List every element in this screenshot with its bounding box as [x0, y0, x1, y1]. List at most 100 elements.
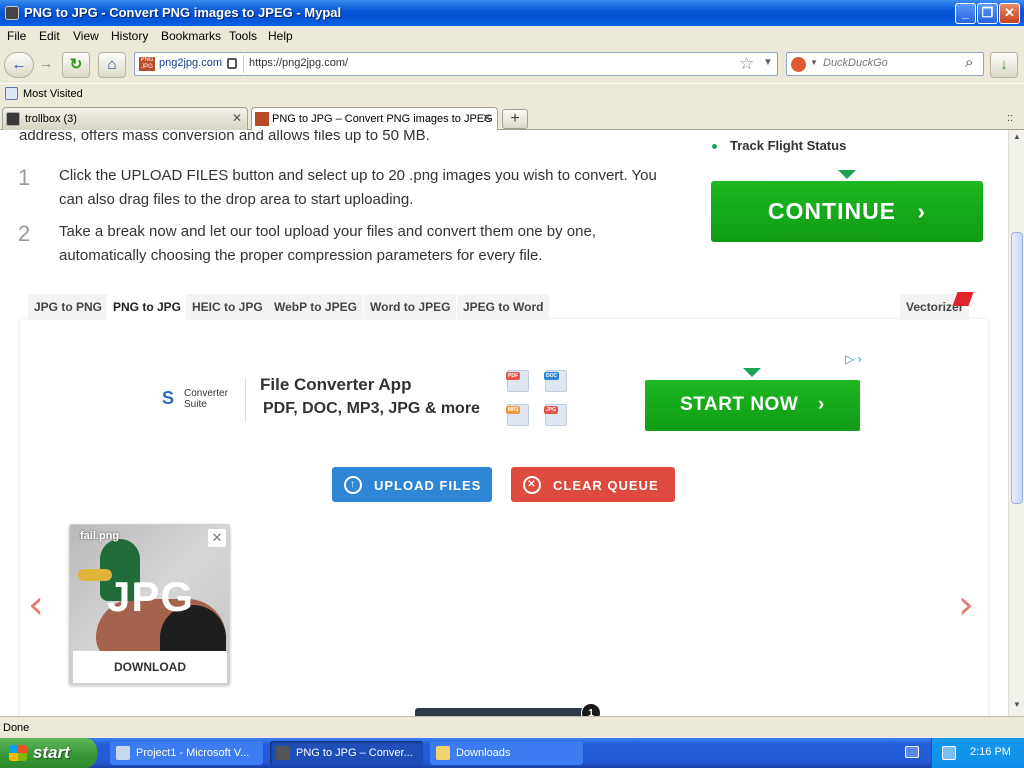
- site-identity-label[interactable]: png2jpg.com: [159, 57, 222, 69]
- ad-title[interactable]: File Converter App: [260, 375, 411, 395]
- clear-queue-button[interactable]: ✕ CLEAR QUEUE: [511, 467, 675, 502]
- start-now-label: START NOW: [680, 394, 799, 415]
- tab-jpg-to-png[interactable]: JPG to PNG: [28, 294, 109, 320]
- page-content: address, offers mass conversion and allo…: [0, 130, 1008, 716]
- bookmark-star-icon[interactable]: ☆: [739, 54, 754, 74]
- menu-history[interactable]: History: [111, 29, 148, 43]
- list-all-tabs-icon[interactable]: ::: [1007, 112, 1013, 124]
- continue-button[interactable]: CONTINUE ›: [711, 181, 983, 242]
- download-all-bar[interactable]: [415, 708, 595, 716]
- status-text: Done: [3, 722, 30, 734]
- close-tab-icon[interactable]: ✕: [232, 111, 242, 125]
- back-button[interactable]: ←: [4, 52, 34, 78]
- keyboard-icon[interactable]: [905, 746, 919, 758]
- start-now-button[interactable]: START NOW ›: [645, 380, 860, 431]
- network-icon[interactable]: [942, 746, 956, 760]
- download-button[interactable]: DOWNLOAD: [73, 651, 227, 683]
- url-history-dropdown-icon[interactable]: ▼: [763, 57, 773, 68]
- png2jpg-tab-icon: [255, 112, 269, 126]
- step-number: 2: [18, 221, 31, 246]
- mypal-taskbar-icon: [276, 746, 290, 760]
- most-visited-icon: [5, 87, 18, 100]
- tab-label: PNG to JPG – Convert PNG images to JPEG: [272, 113, 493, 125]
- task-png-to-jpg[interactable]: PNG to JPG – Conver...: [270, 741, 423, 765]
- new-ribbon-icon: [952, 292, 974, 306]
- status-bar: Done: [0, 716, 1024, 738]
- menu-bookmarks[interactable]: Bookmarks: [161, 29, 221, 43]
- tab-heic-to-jpg[interactable]: HEIC to JPG: [186, 294, 269, 320]
- menu-view[interactable]: View: [73, 29, 99, 43]
- clear-queue-label: CLEAR QUEUE: [553, 478, 659, 493]
- task-downloads[interactable]: Downloads: [430, 741, 583, 765]
- navigation-toolbar: ← → ↻ ⌂ PNG JPG png2jpg.com https://png2j…: [0, 47, 1024, 83]
- url-text[interactable]: https://png2jpg.com/: [249, 57, 348, 69]
- home-button[interactable]: ⌂: [98, 52, 126, 78]
- chevron-right-icon: ›: [818, 394, 825, 415]
- ad-subtitle[interactable]: PDF, DOC, MP3, JPG & more: [263, 400, 480, 418]
- pdf-file-icon: PDF: [506, 370, 529, 392]
- converter-suite-logo-icon: S: [162, 388, 175, 408]
- chevron-right-icon: ›: [917, 198, 927, 224]
- tab-vectorizer[interactable]: Vectorizer: [900, 292, 974, 320]
- scroll-down-icon[interactable]: ▼: [1011, 700, 1023, 714]
- bookmarks-toolbar: Most Visited: [0, 84, 1024, 105]
- folder-icon: [436, 746, 450, 760]
- menu-bar: File Edit View History Bookmarks Tools H…: [0, 26, 1024, 47]
- duckduckgo-icon[interactable]: [791, 57, 806, 72]
- adchoices-icon[interactable]: ▷ ›: [845, 352, 862, 366]
- start-button[interactable]: start: [0, 738, 97, 768]
- clock[interactable]: 2:16 PM: [970, 746, 1011, 758]
- step-text: Take a break now and let our tool upload…: [59, 223, 597, 264]
- forward-button[interactable]: →: [34, 52, 58, 78]
- scroll-up-icon[interactable]: ▲: [1011, 132, 1023, 146]
- vertical-scrollbar[interactable]: ▲ ▼: [1008, 130, 1024, 716]
- system-tray: 2:16 PM: [931, 738, 1024, 768]
- intro-text: address, offers mass conversion and allo…: [19, 130, 430, 144]
- tab-jpeg-to-word[interactable]: JPEG to Word: [457, 294, 550, 320]
- close-tab-icon[interactable]: ✕: [482, 111, 492, 125]
- tab-webp-to-jpeg[interactable]: WebP to JPEG: [268, 294, 363, 320]
- step-number: 1: [18, 165, 31, 190]
- search-engine-dropdown-icon[interactable]: ▼: [810, 58, 818, 67]
- scrollbar-thumb[interactable]: [1011, 232, 1023, 504]
- site-favicon: PNG JPG: [139, 57, 155, 71]
- new-tab-button[interactable]: +: [502, 109, 528, 129]
- reload-button[interactable]: ↻: [62, 52, 90, 78]
- upload-files-button[interactable]: ↑ UPLOAD FILES: [332, 467, 492, 502]
- jpg-file-icon: JPG: [544, 404, 567, 426]
- menu-file[interactable]: File: [7, 29, 26, 43]
- maximize-button[interactable]: ❐: [977, 3, 998, 24]
- tab-word-to-jpeg[interactable]: Word to JPEG: [364, 294, 457, 320]
- next-arrow-icon[interactable]: ›: [958, 582, 974, 628]
- tab-trollbox[interactable]: trollbox (3) ✕: [2, 107, 248, 130]
- tab-bar: trollbox (3) ✕ PNG to JPG – Convert PNG …: [0, 105, 1024, 131]
- address-bar[interactable]: PNG JPG png2jpg.com https://png2jpg.com/ …: [134, 52, 778, 76]
- search-icon[interactable]: ⌕: [965, 54, 973, 71]
- doc-file-icon: DOC: [544, 370, 567, 392]
- menu-help[interactable]: Help: [268, 29, 293, 43]
- file-name: fail.png: [80, 530, 120, 542]
- close-window-button[interactable]: ✕: [999, 3, 1020, 24]
- ad-brand-line2: Suite: [184, 399, 207, 410]
- upload-files-label: UPLOAD FILES: [374, 478, 482, 493]
- search-input[interactable]: DuckDuckGo: [823, 57, 888, 69]
- remove-file-icon[interactable]: ✕: [208, 529, 226, 547]
- task-label: Project1 - Microsoft V...: [136, 747, 250, 759]
- title-bar: PNG to JPG - Convert PNG images to JPEG …: [0, 0, 1024, 26]
- downloads-button[interactable]: ↓: [990, 52, 1018, 78]
- ad-pointer-icon: [743, 368, 761, 377]
- previous-arrow-icon[interactable]: ‹: [28, 582, 44, 628]
- search-bar[interactable]: ▼ DuckDuckGo ⌕: [786, 52, 984, 76]
- minimize-button[interactable]: _: [955, 3, 976, 24]
- track-flight-status-link[interactable]: Track Flight Status: [730, 138, 846, 153]
- menu-edit[interactable]: Edit: [39, 29, 60, 43]
- tab-png-to-jpg-converter[interactable]: PNG to JPG: [107, 294, 188, 320]
- most-visited-bookmark[interactable]: Most Visited: [23, 88, 83, 100]
- task-project1[interactable]: Project1 - Microsoft V...: [110, 741, 263, 765]
- lock-icon: [227, 58, 237, 69]
- file-card: fail.png ✕ JPG DOWNLOAD: [69, 524, 230, 685]
- menu-tools[interactable]: Tools: [229, 29, 257, 43]
- tab-png-to-jpg[interactable]: PNG to JPG – Convert PNG images to JPEG …: [251, 107, 498, 131]
- ad-divider: [245, 378, 246, 422]
- mypal-app-icon: [5, 6, 19, 20]
